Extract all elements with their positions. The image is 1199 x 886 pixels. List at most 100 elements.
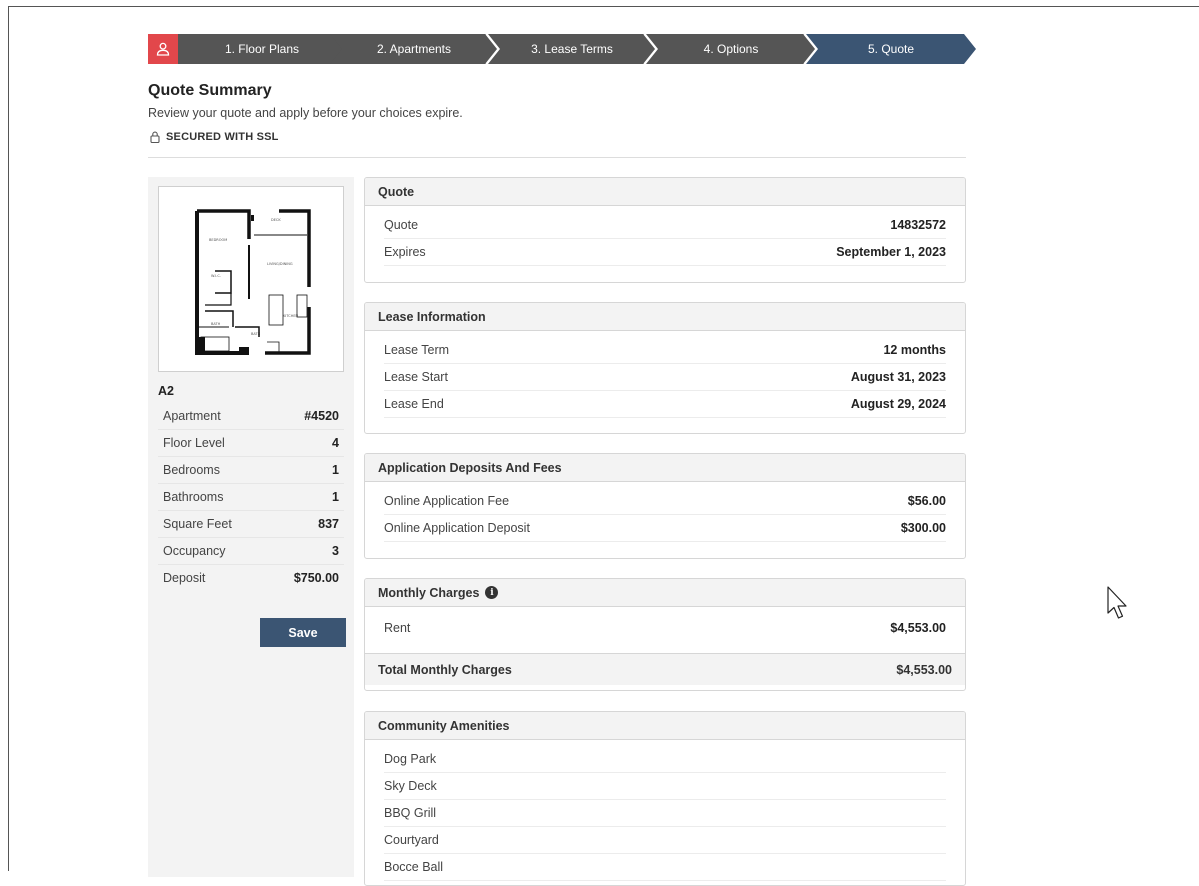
page-subtitle: Review your quote and apply before your … [148,106,463,120]
quote-row-expires: Expires September 1, 2023 [384,239,946,266]
ssl-badge: SECURED WITH SSL [150,131,279,143]
info-icon[interactable]: i [485,586,499,599]
spec-label: Bedrooms [163,463,220,477]
amenity-item: Sky Deck [384,773,946,800]
spec-row-apartment: Apartment #4520 [158,403,344,430]
total-monthly-charges: Total Monthly Charges $4,553.00 [365,653,965,685]
card-heading: Quote [365,178,965,206]
monthly-row-rent: Rent $4,553.00 [384,615,946,641]
row-value: 14832572 [890,218,946,232]
card-heading: Lease Information [365,303,965,331]
svg-text:KITCHEN: KITCHEN [283,314,299,318]
spec-row-bedrooms: Bedrooms 1 [158,457,344,484]
svg-text:DECK: DECK [271,218,281,222]
fee-row-application-deposit: Online Application Deposit $300.00 [384,515,946,542]
spec-value: #4520 [304,409,339,423]
step-label: 1. Floor Plans [224,42,300,56]
user-step[interactable] [148,34,178,64]
card-heading: Monthly Charges [378,585,480,600]
spec-value: 1 [332,490,339,504]
card-heading: Community Amenities [365,712,965,740]
row-label: Rent [384,621,411,635]
lock-icon [150,131,160,143]
lease-row-start: Lease Start August 31, 2023 [384,364,946,391]
spec-label: Bathrooms [163,490,224,504]
spec-value: 1 [332,463,339,477]
spec-row-floor-level: Floor Level 4 [158,430,344,457]
svg-text:BATH: BATH [251,332,261,336]
lease-information-card: Lease Information Lease Term 12 months Le… [364,302,966,434]
spec-row-bathrooms: Bathrooms 1 [158,484,344,511]
floor-plan-image[interactable]: BEDROOM LIVING/DINING DECK W.I.C. BATH K… [158,186,344,372]
row-value: $4,553.00 [890,621,946,635]
spec-label: Apartment [163,409,221,423]
row-label: Lease Term [384,343,450,357]
spec-value: 837 [318,517,339,531]
floor-plan-drawing: BEDROOM LIVING/DINING DECK W.I.C. BATH K… [195,209,311,355]
spec-row-occupancy: Occupancy 3 [158,538,344,565]
spec-row-square-feet: Square Feet 837 [158,511,344,538]
quote-card: Quote Quote 14832572 Expires September 1, … [364,177,966,283]
amenity-label: Courtyard [384,833,439,847]
step-apartments[interactable]: 2. Apartments [330,34,498,64]
row-value: 12 months [883,343,946,357]
amenity-label: Sky Deck [384,779,437,793]
spec-label: Occupancy [163,544,226,558]
amenity-item: Courtyard [384,827,946,854]
step-quote[interactable]: 5. Quote [806,34,976,64]
step-label: 3. Lease Terms [531,42,613,56]
ssl-label: SECURED WITH SSL [166,131,279,143]
svg-text:LIVING/DINING: LIVING/DINING [267,262,293,266]
spec-label: Square Feet [163,517,232,531]
plan-name: A2 [158,384,174,398]
row-label: Lease End [384,397,444,411]
step-label: 4. Options [703,42,759,56]
row-label: Online Application Fee [384,494,510,508]
row-label: Quote [384,218,419,232]
lease-row-term: Lease Term 12 months [384,337,946,364]
spec-value: 4 [332,436,339,450]
spec-value: $750.00 [293,571,339,585]
header-divider [148,157,966,158]
step-floor-plans[interactable]: 1. Floor Plans [178,34,346,64]
row-value: August 29, 2024 [850,397,946,411]
amenity-item: Dog Park [384,746,946,773]
step-label: 5. Quote [867,42,915,56]
spec-row-deposit: Deposit $750.00 [158,565,344,591]
amenity-label: Dog Park [384,752,437,766]
amenity-item: Bocce Ball [384,854,946,881]
quote-row-number: Quote 14832572 [384,212,946,239]
svg-text:BEDROOM: BEDROOM [209,238,227,242]
row-label: Online Application Deposit [384,521,530,535]
amenity-label: Bocce Ball [384,860,444,874]
monthly-charges-card: Monthly Charges i Rent $4,553.00 Total Mo… [364,578,966,691]
progress-stepper: 1. Floor Plans 2. Apartments 3. Lease Te… [148,34,978,64]
page-title: Quote Summary [148,82,272,99]
spec-value: 3 [332,544,339,558]
amenity-item: BBQ Grill [384,800,946,827]
spec-label: Floor Level [163,436,225,450]
unit-details-panel: BEDROOM LIVING/DINING DECK W.I.C. BATH K… [148,177,354,877]
row-value: $300.00 [900,521,946,535]
step-lease-terms[interactable]: 3. Lease Terms [488,34,656,64]
step-label: 2. Apartments [376,42,452,56]
row-value: $56.00 [907,494,946,508]
row-value: September 1, 2023 [836,245,946,259]
svg-text:W.I.C.: W.I.C. [211,274,221,278]
lease-row-end: Lease End August 29, 2024 [384,391,946,418]
application-fees-card: Application Deposits And Fees Online App… [364,453,966,559]
card-heading-row: Monthly Charges i [365,579,965,607]
row-value: August 31, 2023 [850,370,946,384]
card-heading: Application Deposits And Fees [365,454,965,482]
mouse-cursor-icon [1107,586,1127,619]
spec-label: Deposit [163,571,206,585]
fee-row-application-fee: Online Application Fee $56.00 [384,488,946,515]
community-amenities-card: Community Amenities Dog Park Sky Deck BB… [364,711,966,886]
user-icon [156,42,170,56]
row-label: Lease Start [384,370,448,384]
row-label: Expires [384,245,426,259]
step-options[interactable]: 4. Options [646,34,816,64]
save-button[interactable]: Save [260,618,346,647]
total-label: Total Monthly Charges [378,662,512,677]
svg-text:BATH: BATH [211,322,221,326]
